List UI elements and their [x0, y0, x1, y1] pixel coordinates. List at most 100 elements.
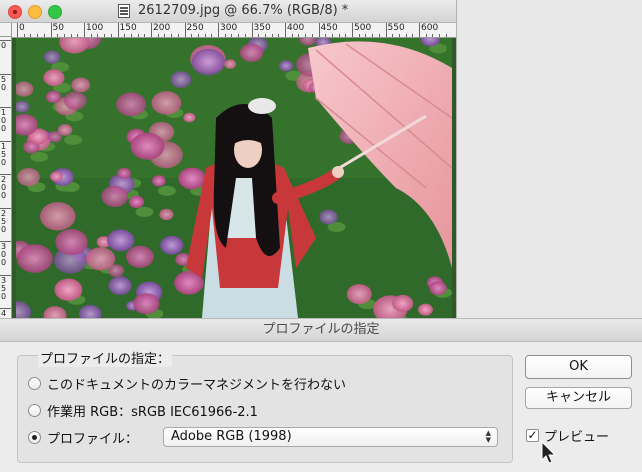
ruler-minor-tick: [211, 34, 213, 37]
mouse-cursor-icon: [541, 441, 557, 464]
ruler-minor-tick: [164, 34, 166, 37]
ruler-label: 200: [153, 23, 171, 33]
hydrangea-flower: [17, 168, 40, 187]
profile-select[interactable]: Adobe RGB (1998) ▲ ▼: [163, 427, 498, 447]
hydrangea-flower: [55, 229, 88, 255]
option-working-rgb[interactable]: 作業用 RGB：sRGB IEC61966-2.1: [28, 400, 258, 420]
horizontal-ruler[interactable]: 0 50 100 150 200 250 300 350 400 450 500 550 600: [12, 23, 456, 38]
image-canvas[interactable]: [12, 38, 456, 318]
ruler-label: 0: [19, 23, 25, 33]
hydrangea-flower: [240, 43, 264, 62]
profile-select-value: Adobe RGB (1998): [171, 429, 292, 444]
option-dont-manage[interactable]: このドキュメントのカラーマネジメントを行わない: [28, 373, 346, 393]
leaf: [157, 185, 176, 196]
ruler-minor-tick: [77, 34, 79, 37]
cancel-button[interactable]: キャンセル: [525, 387, 632, 409]
close-window-button[interactable]: [8, 5, 22, 19]
minimize-window-button[interactable]: [28, 5, 42, 19]
option-profile[interactable]: プロファイル：: [28, 427, 138, 447]
ruler-label: 250: [1, 208, 7, 234]
ruler-label: 450: [320, 23, 338, 33]
ruler-tick: [117, 23, 119, 37]
hydrangea-flower: [107, 229, 135, 252]
ruler-minor-tick: [30, 34, 32, 37]
hydrangea-flower: [160, 235, 184, 255]
ruler-minor-tick: [398, 34, 400, 37]
hydrangea-flower: [43, 69, 65, 86]
document-titlebar[interactable]: 2612709.jpg @ 66.7% (RGB/8) *: [0, 0, 456, 23]
ruler-minor-tick: [358, 34, 360, 37]
hydrangea-flower: [133, 293, 160, 315]
ruler-label: 400: [287, 23, 305, 33]
hydrangea-flower: [16, 244, 53, 273]
hydrangea-flower: [50, 171, 63, 182]
ruler-minor-tick: [338, 34, 340, 37]
ruler-tick: [419, 23, 420, 37]
option-working-rgb-label: 作業用 RGB：sRGB IEC61966-2.1: [47, 404, 258, 420]
ruler-label: 350: [1, 275, 7, 301]
ruler-minor-tick: [130, 34, 132, 37]
ruler-minor-tick: [224, 34, 226, 37]
ruler-tick: [285, 23, 286, 37]
hydrangea-flower: [279, 60, 294, 72]
ruler-minor-tick: [244, 34, 246, 37]
ruler-minor-tick: [432, 34, 434, 37]
ruler-minor-tick: [291, 34, 293, 37]
ruler-origin[interactable]: [0, 23, 12, 37]
ruler-minor-tick: [378, 34, 380, 37]
ruler-minor-tick: [177, 34, 179, 37]
ruler-minor-tick: [110, 34, 112, 37]
window-title: 2612709.jpg @ 66.7% (RGB/8) *: [138, 3, 349, 18]
ruler-minor-tick: [392, 34, 394, 37]
hydrangea-flower: [57, 124, 73, 136]
hydrangea-flower: [128, 195, 145, 208]
ruler-minor-tick: [412, 34, 414, 37]
zoom-window-button[interactable]: [48, 5, 62, 19]
hydrangea-flower: [319, 209, 338, 225]
ruler-label: 100: [1, 108, 7, 133]
ruler-minor-tick: [197, 34, 199, 37]
ruler-minor-tick: [144, 34, 146, 37]
radio-profile[interactable]: [28, 430, 41, 444]
ruler-minor-tick: [23, 34, 25, 37]
radio-working-rgb[interactable]: [28, 403, 41, 417]
hydrangea-flower: [86, 247, 116, 271]
option-dont-manage-label: このドキュメントのカラーマネジメントを行わない: [47, 377, 347, 393]
leaf: [135, 206, 154, 217]
hydrangea-flower: [418, 303, 433, 316]
preview-checkbox[interactable]: ✓: [526, 429, 539, 442]
ruler-minor-tick: [43, 34, 45, 37]
ok-button[interactable]: OK: [525, 355, 632, 379]
ruler-label: 250: [186, 23, 204, 33]
ruler-minor-tick: [258, 34, 260, 37]
group-label: プロファイルの指定：: [38, 348, 173, 367]
ruler-tick: [251, 23, 253, 37]
leaf: [30, 151, 49, 162]
ruler-minor-tick: [278, 34, 280, 37]
hydrangea-flower: [178, 167, 206, 190]
ruler-minor-tick: [345, 34, 347, 37]
ruler-minor-tick: [204, 34, 206, 37]
ruler-minor-tick: [97, 34, 99, 37]
ruler-label: 50: [52, 23, 64, 33]
ruler-minor-tick: [238, 34, 240, 37]
vertical-ruler[interactable]: 0 50 100 150 200 250 300 350 400: [0, 37, 12, 318]
ruler-tick: [318, 23, 320, 37]
hydrangea-flower: [101, 185, 129, 208]
photo-image: [16, 38, 452, 318]
ruler-minor-tick: [157, 34, 159, 37]
ruler-label: 300: [220, 23, 238, 33]
hydrangea-flower: [159, 208, 174, 221]
radio-dont-manage[interactable]: [28, 376, 41, 390]
ruler-minor-tick: [90, 34, 92, 37]
ruler-label: 200: [1, 175, 7, 200]
ruler-label: 50: [1, 74, 7, 92]
hydrangea-flower: [54, 278, 83, 301]
hydrangea-flower: [117, 167, 131, 179]
ruler-label: 100: [86, 23, 104, 33]
preview-option[interactable]: ✓ プレビュー: [526, 426, 609, 445]
dialog-title: プロファイルの指定: [0, 319, 642, 342]
ruler-minor-tick: [171, 34, 173, 37]
hydrangea-flower: [45, 90, 62, 103]
hydrangea-flower: [392, 294, 414, 312]
